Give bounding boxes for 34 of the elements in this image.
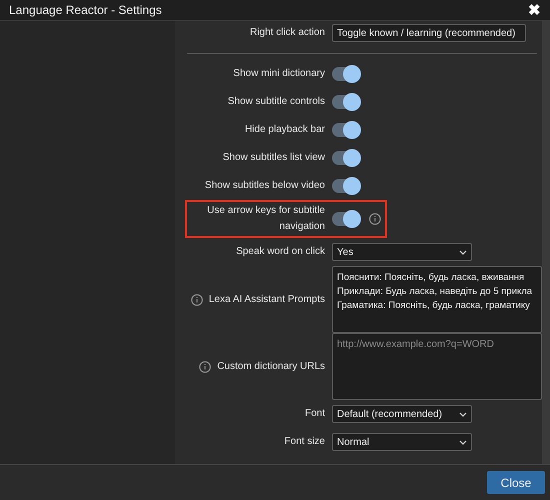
setting-label: Hide playback bar [244, 123, 325, 137]
setting-label: Lexa AI Assistant Prompts [208, 292, 325, 306]
caret-icon [459, 250, 467, 254]
text-line: Приклади: Будь ласка, наведіть до 5 прикла [337, 285, 534, 299]
text-area[interactable]: http://www.example.com?q=WORD [332, 333, 542, 400]
window-title: Language Reactor - Settings [9, 2, 162, 19]
setting-label: Font [304, 407, 325, 421]
dropdown-field[interactable]: Default (recommended) [332, 405, 472, 423]
setting-label: Font size [284, 435, 325, 449]
dropdown-field[interactable]: Normal [332, 433, 472, 451]
toggle-switch[interactable] [332, 123, 359, 137]
toggle-switch[interactable] [332, 212, 359, 226]
setting-label: Show subtitles list view [222, 151, 325, 165]
toggle-switch[interactable] [332, 67, 359, 81]
dropdown-field[interactable]: Toggle known / learning (recommended) [332, 24, 526, 42]
dropdown-field[interactable]: Yes [332, 243, 472, 261]
setting-label: Right click action [250, 26, 325, 40]
setting-label: Show subtitle controls [228, 95, 325, 109]
caret-icon [459, 412, 467, 416]
toggle-switch[interactable] [332, 151, 359, 165]
text-line: Граматика: Поясніть, будь ласка, граматику [337, 299, 531, 313]
scrollbar[interactable] [542, 21, 550, 464]
close-button[interactable]: Close [487, 471, 545, 494]
setting-label: Show subtitles below video [204, 179, 325, 193]
caret-icon [459, 440, 467, 444]
placeholder-text: http://www.example.com?q=WORD [337, 338, 495, 352]
setting-label: Speak word on click [236, 245, 325, 259]
text-line: Пояснити: Поясніть, будь ласка, вживання [337, 271, 526, 285]
text-area[interactable]: Пояснити: Поясніть, будь ласка, вживання Приклади: Будь ласка, наведіть до 5 прикла Граматика: Поясніть, будь ласка, граматику [332, 266, 542, 333]
setting-label: Use arrow keys for subtitle navigation [206, 204, 325, 234]
setting-label: Custom dictionary URLs [217, 360, 325, 374]
toggle-switch[interactable] [332, 95, 359, 109]
toggle-switch[interactable] [332, 179, 359, 193]
setting-label: Show mini dictionary [233, 67, 325, 81]
